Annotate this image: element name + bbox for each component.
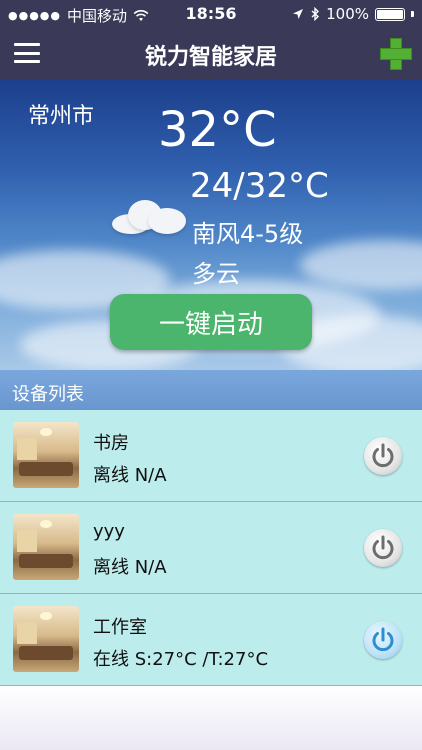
power-icon[interactable] (364, 621, 402, 659)
weather-panel: 常州市 32°C 24/32°C 南风4-5级 多云 一键启动 (0, 80, 422, 370)
device-status: 离线 N/A (93, 557, 167, 578)
room-thumbnail (13, 514, 79, 580)
status-right: 100% (292, 5, 414, 23)
device-name: yyy (93, 521, 125, 542)
battery-percent: 100% (326, 5, 369, 23)
weather-condition: 多云 (192, 260, 240, 288)
status-bar: ●●●●● 中国移动 18:56 100% (0, 0, 422, 28)
device-name: 工作室 (93, 617, 147, 638)
empty-area (0, 686, 422, 750)
device-list-header: 设备列表 (0, 370, 422, 410)
room-thumbnail (13, 606, 79, 672)
sky-cloud (300, 240, 422, 290)
location-arrow-icon (293, 9, 304, 19)
bluetooth-icon (311, 7, 320, 21)
plus-icon[interactable] (380, 38, 412, 70)
temperature-range: 24/32°C (190, 166, 329, 206)
wind-info: 南风4-5级 (192, 220, 304, 248)
city-name: 常州市 (28, 104, 95, 129)
power-icon[interactable] (364, 529, 402, 567)
device-status: 在线 S:27°C /T:27°C (93, 649, 269, 670)
room-thumbnail (13, 422, 79, 488)
nav-bar: 锐力智能家居 (0, 28, 422, 80)
current-temperature: 32°C (158, 102, 277, 158)
device-status: 离线 N/A (93, 465, 167, 486)
page-title: 锐力智能家居 (144, 45, 277, 70)
one-key-start-button[interactable]: 一键启动 (110, 294, 312, 350)
battery-tip (411, 11, 414, 17)
cloud-icon (112, 198, 188, 236)
device-list: 书房 离线 N/A yyy 离线 N/A 工作室 在线 S:27°C /T:27… (0, 410, 422, 686)
battery-icon (375, 7, 405, 21)
device-row[interactable]: 书房 离线 N/A (0, 410, 422, 502)
device-name: 书房 (93, 433, 129, 454)
device-row[interactable]: 工作室 在线 S:27°C /T:27°C (0, 594, 422, 686)
power-icon[interactable] (364, 437, 402, 475)
device-row[interactable]: yyy 离线 N/A (0, 502, 422, 594)
